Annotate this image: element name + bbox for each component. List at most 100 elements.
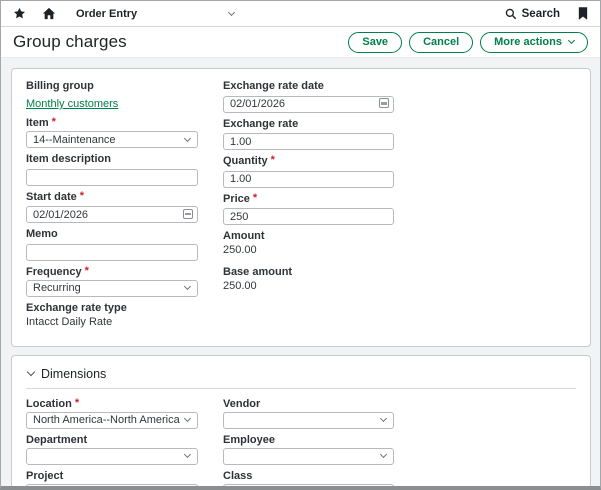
field-memo: Memo [26, 228, 198, 261]
project-select[interactable] [26, 484, 198, 488]
input-wrapper [26, 167, 198, 186]
chevron-down-icon [184, 134, 191, 141]
field-label: Location* [26, 398, 198, 410]
frequency-select[interactable]: Recurring [26, 280, 198, 297]
field-item-description: Item description [26, 153, 198, 186]
input-wrapper [223, 207, 394, 226]
field-base-amount: Base amount 250.00 [223, 266, 394, 293]
department-select[interactable] [26, 448, 198, 465]
field-department: Department [26, 434, 198, 465]
collapse-chevron-icon[interactable] [27, 367, 35, 375]
page-title: Group charges [13, 32, 127, 52]
field-exchange-rate-date: Exchange rate date [223, 80, 394, 113]
save-button[interactable]: Save [348, 32, 402, 53]
field-exchange-rate: Exchange rate [223, 118, 394, 151]
chevron-down-icon [184, 283, 191, 290]
field-class: Class [223, 470, 394, 488]
field-label: Memo [26, 228, 198, 240]
start-date-input[interactable] [26, 206, 198, 223]
field-label: Class [223, 470, 394, 482]
more-actions-button[interactable]: More actions [480, 32, 588, 53]
content: Billing group Monthly customers Item* 14--M… [1, 58, 600, 487]
field-label: Quantity* [223, 155, 394, 167]
input-wrapper [223, 132, 394, 151]
search-button[interactable]: Search [505, 8, 560, 20]
field-label: Amount [223, 230, 394, 242]
dimensions-card: Dimensions Location* North America--North… [11, 355, 591, 488]
page-header: Group charges Save Cancel More actions [1, 27, 600, 58]
favorites-star-icon[interactable] [13, 7, 26, 20]
form-column-left: Billing group Monthly customers Item* 14--M… [26, 80, 198, 338]
dimensions-title: Dimensions [41, 367, 106, 381]
required-asterisk: * [271, 155, 275, 165]
class-select[interactable] [223, 484, 394, 488]
topbar-right: Search [505, 7, 588, 20]
dimensions-section-header: Dimensions [26, 365, 576, 381]
module-selector[interactable]: Order Entry [76, 8, 234, 20]
chevron-down-icon [380, 415, 387, 422]
field-quantity: Quantity* [223, 155, 394, 188]
calendar-icon[interactable] [379, 98, 389, 108]
item-description-input[interactable] [26, 169, 198, 186]
field-label: Item* [26, 117, 198, 129]
search-icon [505, 8, 517, 20]
chevron-down-icon [184, 415, 191, 422]
calendar-icon[interactable] [183, 209, 193, 219]
required-asterisk: * [75, 398, 79, 408]
field-label: Frequency* [26, 266, 198, 278]
field-label: Exchange rate date [223, 80, 394, 92]
topbar: Order Entry Search [1, 1, 600, 27]
app-window: Order Entry Search Group charges Save Ca… [0, 0, 601, 490]
chevron-down-icon [380, 451, 387, 458]
input-wrapper [223, 94, 394, 113]
location-select[interactable]: North America--North America [26, 412, 198, 429]
vendor-select[interactable] [223, 412, 394, 429]
field-label: Item description [26, 153, 198, 165]
required-asterisk: * [80, 191, 84, 201]
field-start-date: Start date* [26, 191, 198, 224]
item-select[interactable]: 14--Maintenance [26, 131, 198, 148]
employee-select[interactable] [223, 448, 394, 465]
field-amount: Amount250.00 [223, 230, 394, 257]
field-label: Price* [223, 193, 394, 205]
field-billing-group: Billing group Monthly customers [26, 80, 198, 112]
chevron-down-icon [568, 37, 575, 44]
field-label: Base amount [223, 266, 394, 278]
input-wrapper [26, 205, 198, 224]
field-label: Exchange rate type [26, 302, 198, 314]
price-input[interactable] [223, 208, 394, 225]
field-label: Billing group [26, 80, 198, 92]
field-frequency: Frequency* Recurring [26, 266, 198, 297]
field-label: Employee [223, 434, 394, 446]
billing-group-link[interactable]: Monthly customers [26, 98, 118, 111]
bookmark-icon[interactable] [578, 7, 588, 20]
required-asterisk: * [52, 117, 56, 127]
chevron-down-icon [184, 451, 191, 458]
required-asterisk: * [85, 266, 89, 276]
field-label: Vendor [223, 398, 394, 410]
field-price: Price* [223, 193, 394, 226]
cancel-button[interactable]: Cancel [409, 32, 473, 53]
main-form-card: Billing group Monthly customers Item* 14--M… [11, 68, 591, 347]
field-vendor: Vendor [223, 398, 394, 429]
memo-input[interactable] [26, 244, 198, 261]
field-label: Project [26, 470, 198, 482]
input-wrapper [26, 242, 198, 261]
quantity-input[interactable] [223, 171, 394, 188]
exchange-rate-input[interactable] [223, 133, 394, 150]
module-selector-label: Order Entry [76, 8, 137, 20]
input-wrapper [223, 169, 394, 188]
chevron-down-icon [228, 8, 235, 15]
home-icon[interactable] [42, 7, 56, 20]
exchange-rate-date-input[interactable] [223, 96, 394, 113]
more-actions-label: More actions [494, 36, 562, 49]
field-exchange-rate-type: Exchange rate type Intacct Daily Rate [26, 302, 198, 329]
field-label: Start date* [26, 191, 198, 203]
exchange-rate-type-value: Intacct Daily Rate [26, 316, 198, 329]
required-asterisk: * [253, 193, 257, 203]
field-location: Location* North America--North America [26, 398, 198, 429]
field-item: Item* 14--Maintenance [26, 117, 198, 148]
header-actions: Save Cancel More actions [348, 32, 588, 53]
base-amount-value: 250.00 [223, 280, 394, 293]
field-label: Department [26, 434, 198, 446]
